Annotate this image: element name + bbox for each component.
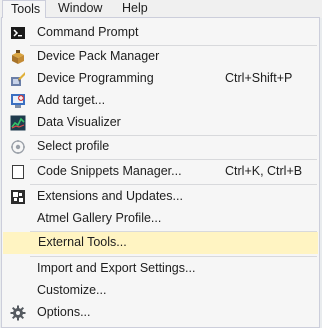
menu-item-label: Device Pack Manager xyxy=(37,49,160,63)
menu-item-label: Data Visualizer xyxy=(37,115,121,129)
menu-item-options[interactable]: Options... xyxy=(4,302,317,324)
menu-item-label: Customize... xyxy=(37,283,107,297)
menu-item-device-pack-manager[interactable]: Device Pack Manager xyxy=(4,46,317,68)
menu-item-shortcut: Ctrl+K, Ctrl+B xyxy=(225,164,303,178)
menu-item-label: Code Snippets Manager... xyxy=(37,164,182,178)
menu-help[interactable]: Help xyxy=(122,0,148,18)
menu-item-select-profile[interactable]: Select profile xyxy=(4,136,317,158)
menu-window[interactable]: Window xyxy=(58,0,102,18)
menu-item-label: Import and Export Settings... xyxy=(37,261,196,275)
snippets-icon xyxy=(10,164,26,180)
menu-item-device-programming[interactable]: Device Programming Ctrl+Shift+P xyxy=(4,68,317,90)
menu-item-extensions-and-updates[interactable]: Extensions and Updates... xyxy=(4,186,317,208)
data-visualizer-icon xyxy=(10,115,26,131)
menu-item-command-prompt[interactable]: Command Prompt xyxy=(4,22,317,44)
menu-item-external-tools[interactable]: External Tools... xyxy=(3,232,318,254)
menu-item-label: External Tools... xyxy=(38,235,127,249)
command-prompt-icon xyxy=(10,25,26,41)
tools-dropdown-menu: Command Prompt Device Pack Manager Devic… xyxy=(1,17,320,328)
device-programming-icon xyxy=(10,71,26,87)
menu-item-code-snippets-manager[interactable]: Code Snippets Manager... Ctrl+K, Ctrl+B xyxy=(4,161,317,183)
menu-bar: Tools Window Help xyxy=(0,0,322,18)
menu-item-add-target[interactable]: Add target... xyxy=(4,90,317,112)
package-icon xyxy=(10,49,26,65)
menu-separator xyxy=(30,256,317,257)
menu-separator xyxy=(30,184,317,185)
menu-item-shortcut: Ctrl+Shift+P xyxy=(225,71,293,85)
profile-icon xyxy=(10,139,26,155)
menu-item-label: Device Programming xyxy=(37,71,154,85)
menu-item-label: Command Prompt xyxy=(37,25,139,39)
menu-tools[interactable]: Tools xyxy=(2,0,46,18)
menu-item-label: Options... xyxy=(37,305,91,319)
menu-item-customize[interactable]: Customize... xyxy=(4,280,317,302)
menu-item-import-export-settings[interactable]: Import and Export Settings... xyxy=(4,258,317,280)
menu-item-atmel-gallery-profile[interactable]: Atmel Gallery Profile... xyxy=(4,208,317,230)
gear-icon xyxy=(10,305,26,321)
menu-item-label: Select profile xyxy=(37,139,110,153)
menu-item-label: Atmel Gallery Profile... xyxy=(37,211,162,225)
menu-item-data-visualizer[interactable]: Data Visualizer xyxy=(4,112,317,134)
add-target-icon xyxy=(10,93,26,109)
menu-separator xyxy=(30,159,317,160)
extensions-icon xyxy=(10,189,26,205)
menu-item-label: Extensions and Updates... xyxy=(37,189,183,203)
menu-item-label: Add target... xyxy=(37,93,106,107)
